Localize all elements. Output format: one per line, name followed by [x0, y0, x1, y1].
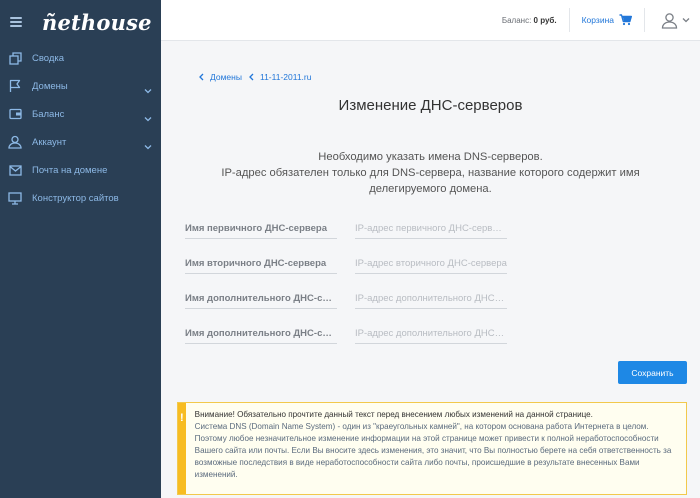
- sidebar-item-summary[interactable]: Сводка: [0, 44, 161, 72]
- avatar-icon: [661, 12, 678, 29]
- additional-dns-ip-input[interactable]: IP-адрес дополнительного ДНС-сервера: [355, 326, 507, 344]
- logo[interactable]: ñethouse: [42, 10, 152, 35]
- balance-info: Баланс: 0 руб.: [502, 16, 557, 25]
- chevron-down-icon[interactable]: [144, 137, 152, 155]
- chevron-down-icon: [682, 18, 690, 23]
- sidebar-item-balance[interactable]: Баланс: [0, 100, 161, 128]
- sidebar: ñethouse Сводка Домены Баланс Аккаунт По…: [0, 0, 161, 498]
- flag-icon: [8, 79, 22, 93]
- secondary-dns-ip-input[interactable]: IP-адрес вторичного ДНС-сервера: [355, 256, 507, 274]
- sidebar-header: ñethouse: [0, 0, 161, 44]
- wallet-icon: [8, 107, 22, 121]
- chevron-down-icon[interactable]: [144, 81, 152, 99]
- balance-value: 0 руб.: [533, 15, 557, 25]
- warning-text: Внимание! Обязательно прочтите данный те…: [186, 403, 686, 494]
- dns-row-primary: Имя первичного ДНС-сервера IP-адрес перв…: [185, 221, 507, 239]
- balance-label: Баланс:: [501, 15, 532, 25]
- sidebar-item-account[interactable]: Аккаунт: [0, 128, 161, 156]
- additional-dns-name-input[interactable]: Имя дополнительного ДНС-сервера: [185, 291, 337, 309]
- sidebar-item-label: Почта на домене: [32, 164, 108, 176]
- warning-box: ! Внимание! Обязательно прочтите данный …: [177, 402, 687, 495]
- sidebar-item-label: Сводка: [32, 52, 65, 64]
- page-title: Изменение ДНС-серверов: [338, 97, 523, 114]
- mail-icon: [8, 163, 22, 177]
- primary-dns-ip-input[interactable]: IP-адрес первичного ДНС-сервера: [355, 221, 507, 239]
- description-line: делегируемого домена.: [369, 183, 492, 195]
- user-menu[interactable]: [645, 12, 700, 29]
- description-line: IP-адрес обязателен только для DNS-серве…: [221, 167, 640, 179]
- sidebar-item-domains[interactable]: Домены: [0, 72, 161, 100]
- monitor-icon: [8, 191, 22, 205]
- save-button[interactable]: Сохранить: [618, 361, 687, 384]
- warning-icon: !: [178, 403, 186, 494]
- primary-dns-name-input[interactable]: Имя первичного ДНС-сервера: [185, 221, 337, 239]
- sidebar-item-mail[interactable]: Почта на домене: [0, 156, 161, 184]
- warning-headline: Внимание! Обязательно прочтите данный те…: [194, 410, 593, 419]
- dns-row-secondary: Имя вторичного ДНС-сервера IP-адрес втор…: [185, 256, 507, 274]
- additional-dns-name-input[interactable]: Имя дополнительного ДНС-сервера: [185, 326, 337, 344]
- menu-icon[interactable]: [10, 17, 22, 27]
- cart-link[interactable]: Корзина: [570, 14, 644, 26]
- main-content: Домены 11-11-2011.ru Изменение ДНС-серве…: [161, 41, 700, 498]
- breadcrumb-label: Домены: [210, 72, 242, 82]
- chevron-down-icon[interactable]: [144, 109, 152, 127]
- chevron-left-icon: [199, 73, 204, 81]
- cart-icon: [619, 14, 632, 26]
- chevron-left-icon: [249, 73, 254, 81]
- page-description: Необходимо указать имена DNS-серверов. I…: [191, 149, 670, 197]
- sidebar-nav: Сводка Домены Баланс Аккаунт Почта на до…: [0, 44, 161, 212]
- sidebar-item-label: Домены: [32, 80, 68, 92]
- description-line: Необходимо указать имена DNS-серверов.: [318, 151, 543, 163]
- secondary-dns-name-input[interactable]: Имя вторичного ДНС-сервера: [185, 256, 337, 274]
- breadcrumb: Домены 11-11-2011.ru: [199, 72, 311, 82]
- user-icon: [8, 135, 22, 149]
- sidebar-item-site-builder[interactable]: Конструктор сайтов: [0, 184, 161, 212]
- cart-label: Корзина: [581, 15, 614, 25]
- sidebar-item-label: Аккаунт: [32, 136, 67, 148]
- warning-body: Система DNS (Domain Name System) - один …: [194, 422, 672, 479]
- sidebar-item-label: Конструктор сайтов: [32, 192, 119, 204]
- top-header: Баланс: 0 руб. Корзина: [161, 0, 700, 41]
- breadcrumb-item-domain[interactable]: 11-11-2011.ru: [249, 72, 312, 82]
- breadcrumb-item-domains[interactable]: Домены: [199, 72, 242, 82]
- additional-dns-ip-input[interactable]: IP-адрес дополнительного ДНС-сервера: [355, 291, 507, 309]
- copy-icon: [8, 51, 22, 65]
- dns-row-additional-2: Имя дополнительного ДНС-сервера IP-адрес…: [185, 326, 507, 344]
- dns-row-additional-1: Имя дополнительного ДНС-сервера IP-адрес…: [185, 291, 507, 309]
- sidebar-item-label: Баланс: [32, 108, 65, 120]
- breadcrumb-label: 11-11-2011.ru: [259, 72, 312, 82]
